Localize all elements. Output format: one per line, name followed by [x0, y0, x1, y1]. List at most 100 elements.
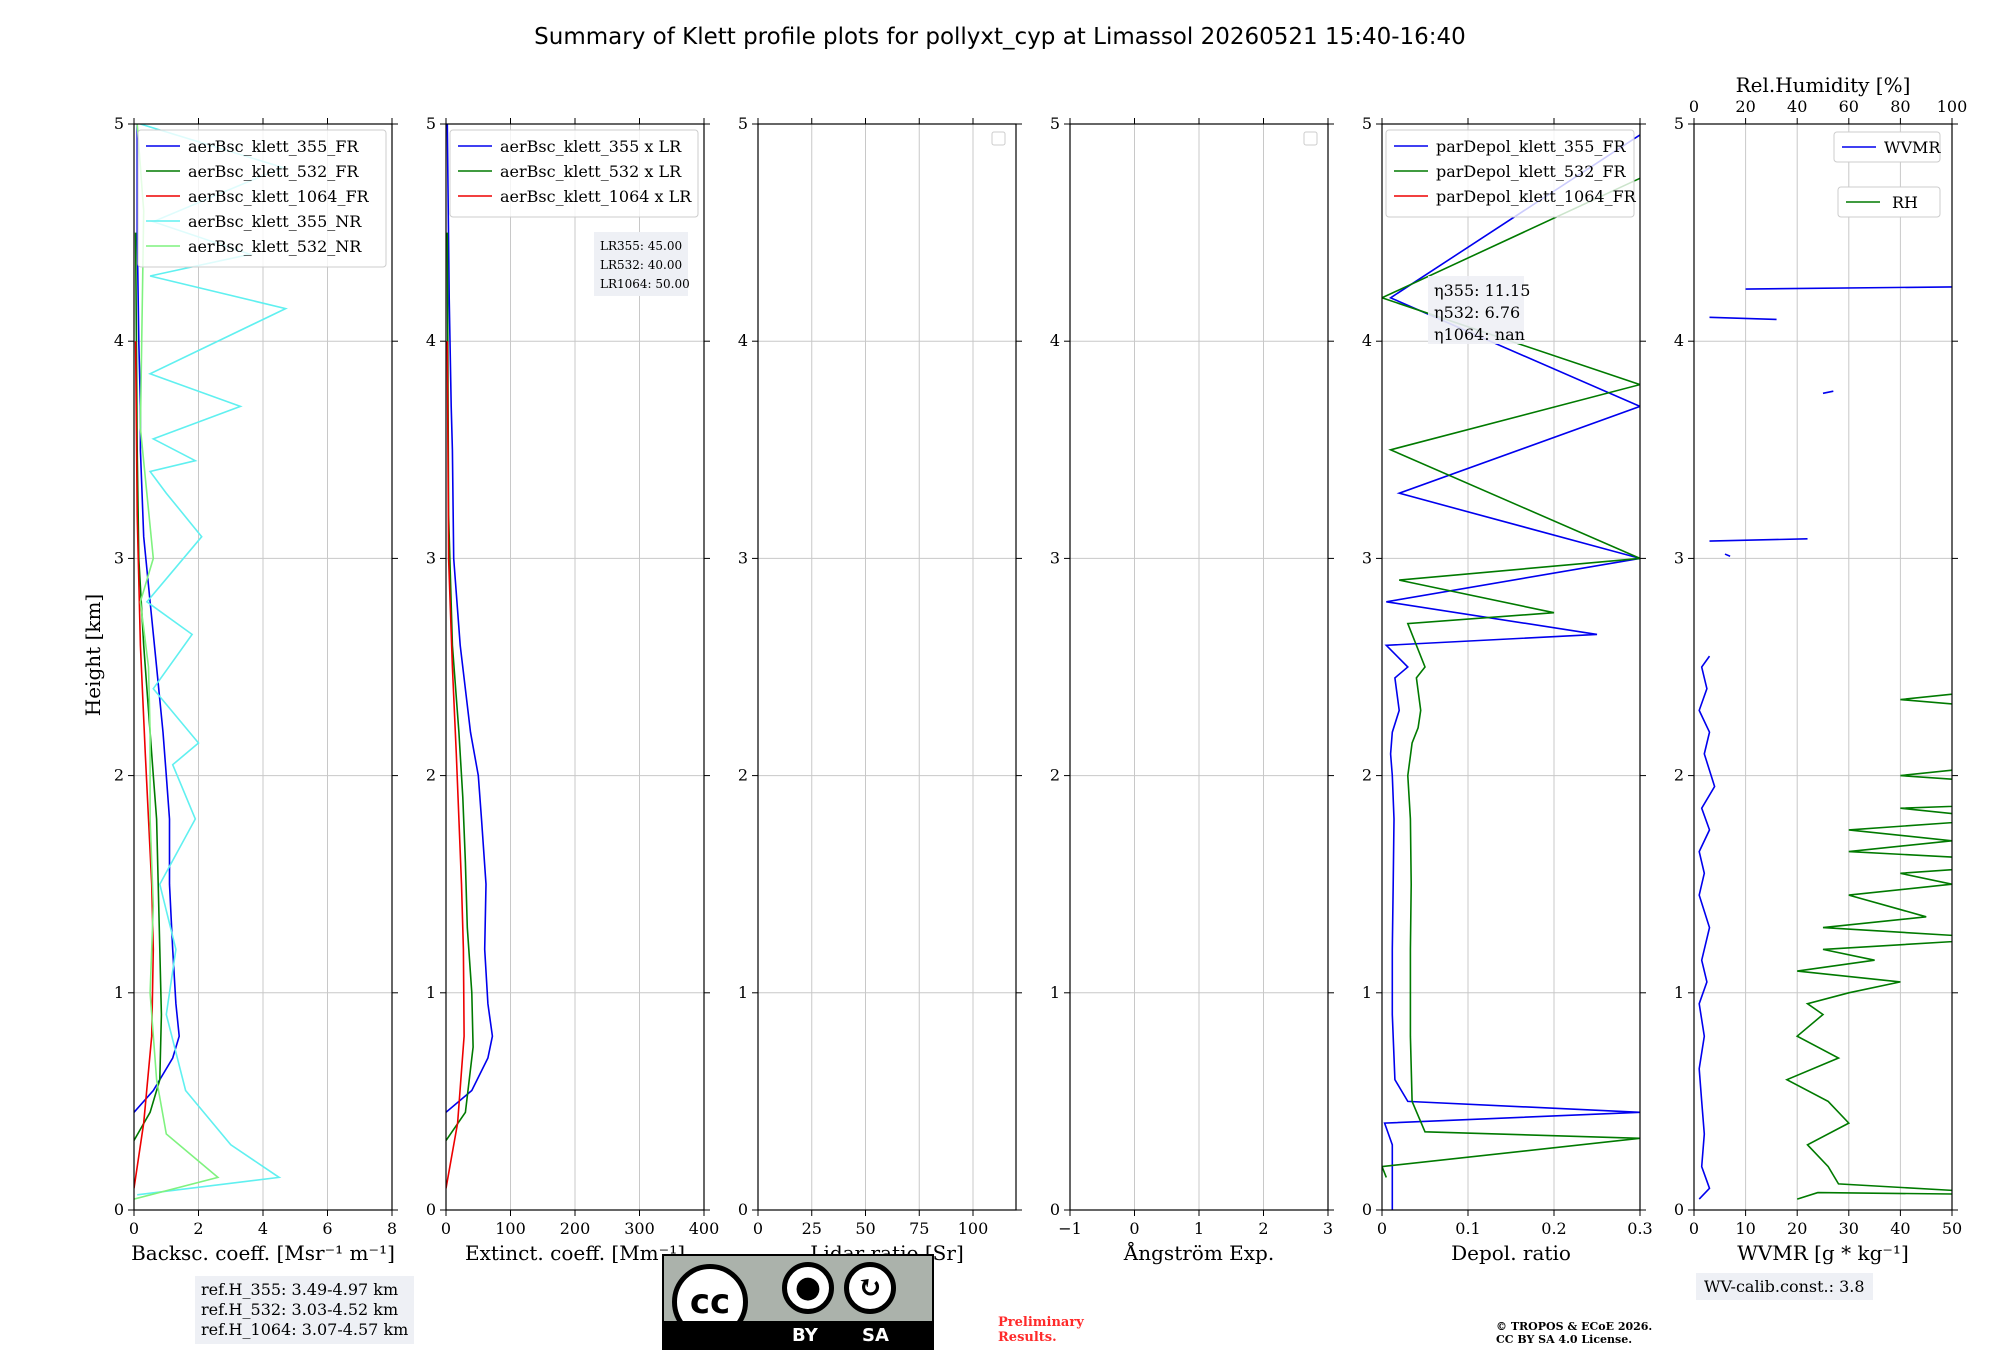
- y-tick-label: 3: [738, 548, 748, 567]
- legend-label: aerBsc_klett_355 x LR: [500, 137, 682, 156]
- y-tick-label: 4: [1674, 331, 1684, 350]
- cc-license-badge: cc ● ↻ BY SA: [662, 1254, 934, 1350]
- y-tick-label: 1: [738, 983, 748, 1002]
- y-tick-label: 2: [1050, 766, 1060, 785]
- x-tick-label: 400: [689, 1219, 720, 1238]
- y-tick-label: 5: [1362, 114, 1372, 133]
- legend-label: aerBsc_klett_532_NR: [188, 237, 362, 256]
- y-tick-label: 5: [1674, 114, 1684, 133]
- x-tick-label: 8: [387, 1219, 397, 1238]
- ref-height-1064: ref.H_1064: 3.07-4.57 km: [201, 1320, 409, 1339]
- y-tick-label: 4: [1362, 331, 1372, 350]
- copyright-note: © TROPOS & ECoE 2026. CC BY SA 4.0 Licen…: [1496, 1320, 1652, 1346]
- share-alike-icon: ↻: [844, 1262, 896, 1314]
- reference-height-box: ref.H_355: 3.49-4.97 km ref.H_532: 3.03-…: [195, 1276, 415, 1344]
- series-segment: [1745, 286, 1952, 290]
- top-x-tick-label: 100: [1937, 97, 1968, 116]
- top-x-tick-label: 60: [1839, 97, 1859, 116]
- series-line: [134, 124, 181, 1113]
- x-tick-label: 0: [1129, 1219, 1139, 1238]
- lidar-ratio-label: LR1064: 50.00: [600, 277, 690, 291]
- legend-label: aerBsc_klett_355_NR: [188, 212, 362, 231]
- y-tick-label: 1: [114, 983, 124, 1002]
- x-tick-label: 0: [1377, 1219, 1387, 1238]
- y-tick-label: 3: [1362, 548, 1372, 567]
- preliminary-line-1: Preliminary: [998, 1315, 1084, 1330]
- person-icon: ●: [782, 1262, 834, 1314]
- panel-5: 0 10 20 30 40 50 0 1 2 3 4 5 WVMR [g * kg⁻¹] 0 20 40 60 8…: [1674, 73, 1968, 1265]
- y-tick-label: 3: [1674, 548, 1684, 567]
- x-tick-label: 20: [1787, 1219, 1807, 1238]
- y-tick-label: 0: [426, 1200, 436, 1219]
- x-tick-label: 50: [1942, 1219, 1962, 1238]
- x-tick-label: 0: [753, 1219, 763, 1238]
- series-line: [134, 124, 220, 1200]
- legend-label: parDepol_klett_532_FR: [1436, 162, 1627, 181]
- y-tick-label: 4: [426, 331, 436, 350]
- x-tick-label: 25: [802, 1219, 822, 1238]
- y-axis-label: Height [km]: [81, 594, 105, 716]
- x-axis-label: Backsc. coeff. [Msr⁻¹ m⁻¹]: [131, 1241, 395, 1265]
- y-tick-label: 0: [738, 1200, 748, 1219]
- series-segment: [1724, 553, 1731, 557]
- y-tick-label: 0: [1362, 1200, 1372, 1219]
- y-tick-label: 2: [114, 766, 124, 785]
- x-tick-label: 0.2: [1541, 1219, 1566, 1238]
- y-tick-label: 2: [426, 766, 436, 785]
- panels: 0 2 4 6 8012345Backsc. coeff. [Msr⁻¹ m⁻¹]aer…: [114, 73, 1968, 1265]
- figure-title: Summary of Klett profile plots for polly…: [534, 24, 1466, 50]
- x-tick-label: 30: [1839, 1219, 1859, 1238]
- series-group: [446, 124, 494, 1189]
- top-x-tick-label: 0: [1689, 97, 1699, 116]
- legend-label: RH: [1892, 193, 1918, 212]
- top-x-tick-label: 40: [1787, 97, 1807, 116]
- y-tick-label: 0: [1674, 1200, 1684, 1219]
- legend-label: WVMR: [1884, 138, 1941, 157]
- x-tick-label: 200: [560, 1219, 591, 1238]
- series-line: [134, 232, 163, 1141]
- eta-label: η1064: nan: [1434, 325, 1525, 344]
- legend-label: aerBsc_klett_532 x LR: [500, 162, 682, 181]
- x-tick-label: 2: [1258, 1219, 1268, 1238]
- y-tick-label: 5: [1050, 114, 1060, 133]
- ref-height-532: ref.H_532: 3.03-4.52 km: [201, 1300, 399, 1319]
- eta-label: η532: 6.76: [1434, 303, 1520, 322]
- preliminary-note: Preliminary Results.: [998, 1315, 1084, 1345]
- by-label: BY: [792, 1325, 818, 1346]
- top-x-tick-label: 20: [1735, 97, 1755, 116]
- empty-legend-box: [1303, 131, 1318, 146]
- y-tick-label: 3: [1050, 548, 1060, 567]
- lidar-ratio-label: LR355: 45.00: [600, 239, 682, 253]
- series-line: [1698, 655, 1716, 1200]
- y-tick-label: 3: [114, 548, 124, 567]
- x-tick-label: 0: [441, 1219, 451, 1238]
- legend-label: parDepol_klett_1064_FR: [1436, 187, 1637, 206]
- x-tick-label: 0: [1689, 1219, 1699, 1238]
- panel-2: 0 25 50 75 100012345Lidar ratio [Sr]: [738, 114, 1022, 1265]
- y-tick-label: 2: [1362, 766, 1372, 785]
- series-segment: [1822, 390, 1834, 395]
- panel-0: 0 2 4 6 8 0 1 2 3 4 5 Backsc. coeff. [Msr⁻¹ m⁻¹] aer…: [114, 114, 398, 1265]
- x-axis-label: Depol. ratio: [1451, 1241, 1571, 1265]
- copyright-line-2: CC BY SA 4.0 License.: [1496, 1333, 1633, 1346]
- x-tick-label: 100: [495, 1219, 526, 1238]
- x-tick-label: 0.3: [1627, 1219, 1652, 1238]
- series-group: [1698, 286, 1952, 1200]
- x-tick-label: 0: [129, 1219, 139, 1238]
- eta-label: η355: 11.15: [1434, 281, 1530, 300]
- x-tick-label: 75: [909, 1219, 929, 1238]
- panel-3: −1 0 1 2 3012345Ångström Exp.: [1050, 114, 1334, 1265]
- x-tick-label: 300: [624, 1219, 655, 1238]
- x-tick-label: 0.1: [1455, 1219, 1480, 1238]
- x-tick-label: 50: [855, 1219, 875, 1238]
- preliminary-line-2: Results.: [998, 1330, 1057, 1345]
- y-tick-label: 4: [738, 331, 748, 350]
- y-tick-label: 4: [1050, 331, 1060, 350]
- y-tick-label: 1: [1362, 983, 1372, 1002]
- figure: Summary of Klett profile plots for polly…: [81, 24, 1968, 1265]
- x-tick-label: 100: [958, 1219, 989, 1238]
- x-axis-label: Ångström Exp.: [1123, 1240, 1274, 1265]
- x-tick-label: −1: [1058, 1219, 1082, 1238]
- copyright-line-1: © TROPOS & ECoE 2026.: [1496, 1320, 1653, 1333]
- y-tick-label: 2: [1674, 766, 1684, 785]
